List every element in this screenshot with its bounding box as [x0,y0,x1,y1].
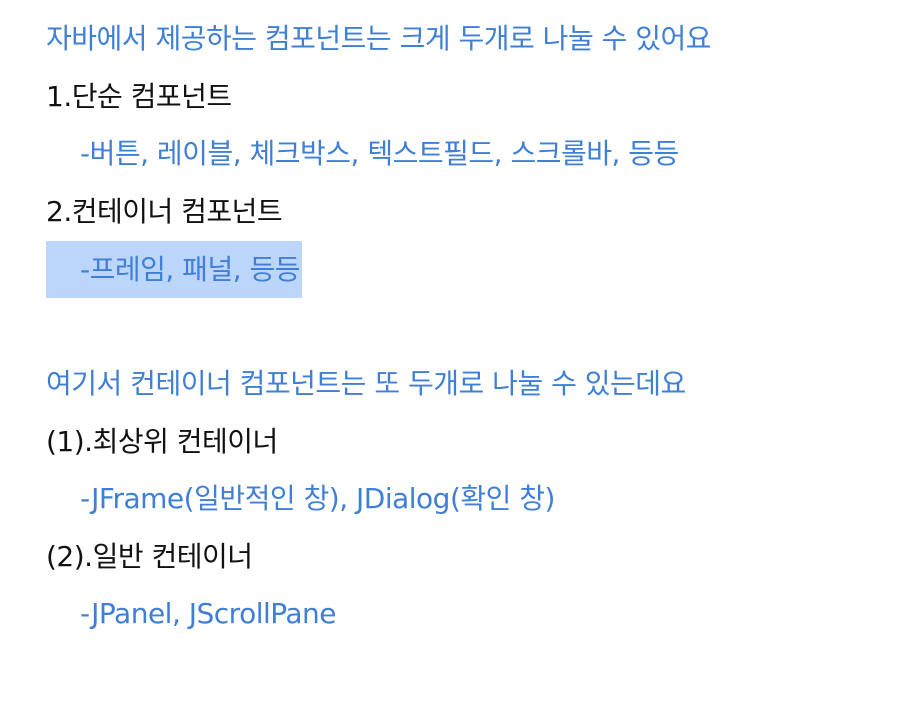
top-level-container-heading: (1).최상위 컨테이너 [46,424,278,458]
container-intro-text: 여기서 컨테이너 컴포넌트는 또 두개로 나눌 수 있는데요 [46,367,686,400]
top-level-container-items: -JFrame(일반적인 창), JDialog(확인 창) [80,482,555,515]
container-component-items-row: -프레임, 패널, 등등 [46,241,906,304]
simple-component-items: -버튼, 레이블, 체크박스, 텍스트필드, 스크롤바, 등등 [80,137,679,170]
general-container-items: -JPanel, JScrollPane [80,597,337,630]
intro-text: 자바에서 제공하는 컴포넌트는 크게 두개로 나눌 수 있어요 [46,22,712,55]
document-body: 자바에서 제공하는 컴포넌트는 크게 두개로 나눌 수 있어요 1.단순 컴포넌… [46,16,906,649]
general-container-heading: (2).일반 컨테이너 [46,539,253,573]
container-component-heading: 2.컨테이너 컴포넌트 [46,194,283,228]
container-component-items: -프레임, 패널, 등등 [80,253,301,286]
simple-component-heading: 1.단순 컴포넌트 [46,79,232,113]
selected-text-highlight[interactable]: -프레임, 패널, 등등 [46,241,303,298]
